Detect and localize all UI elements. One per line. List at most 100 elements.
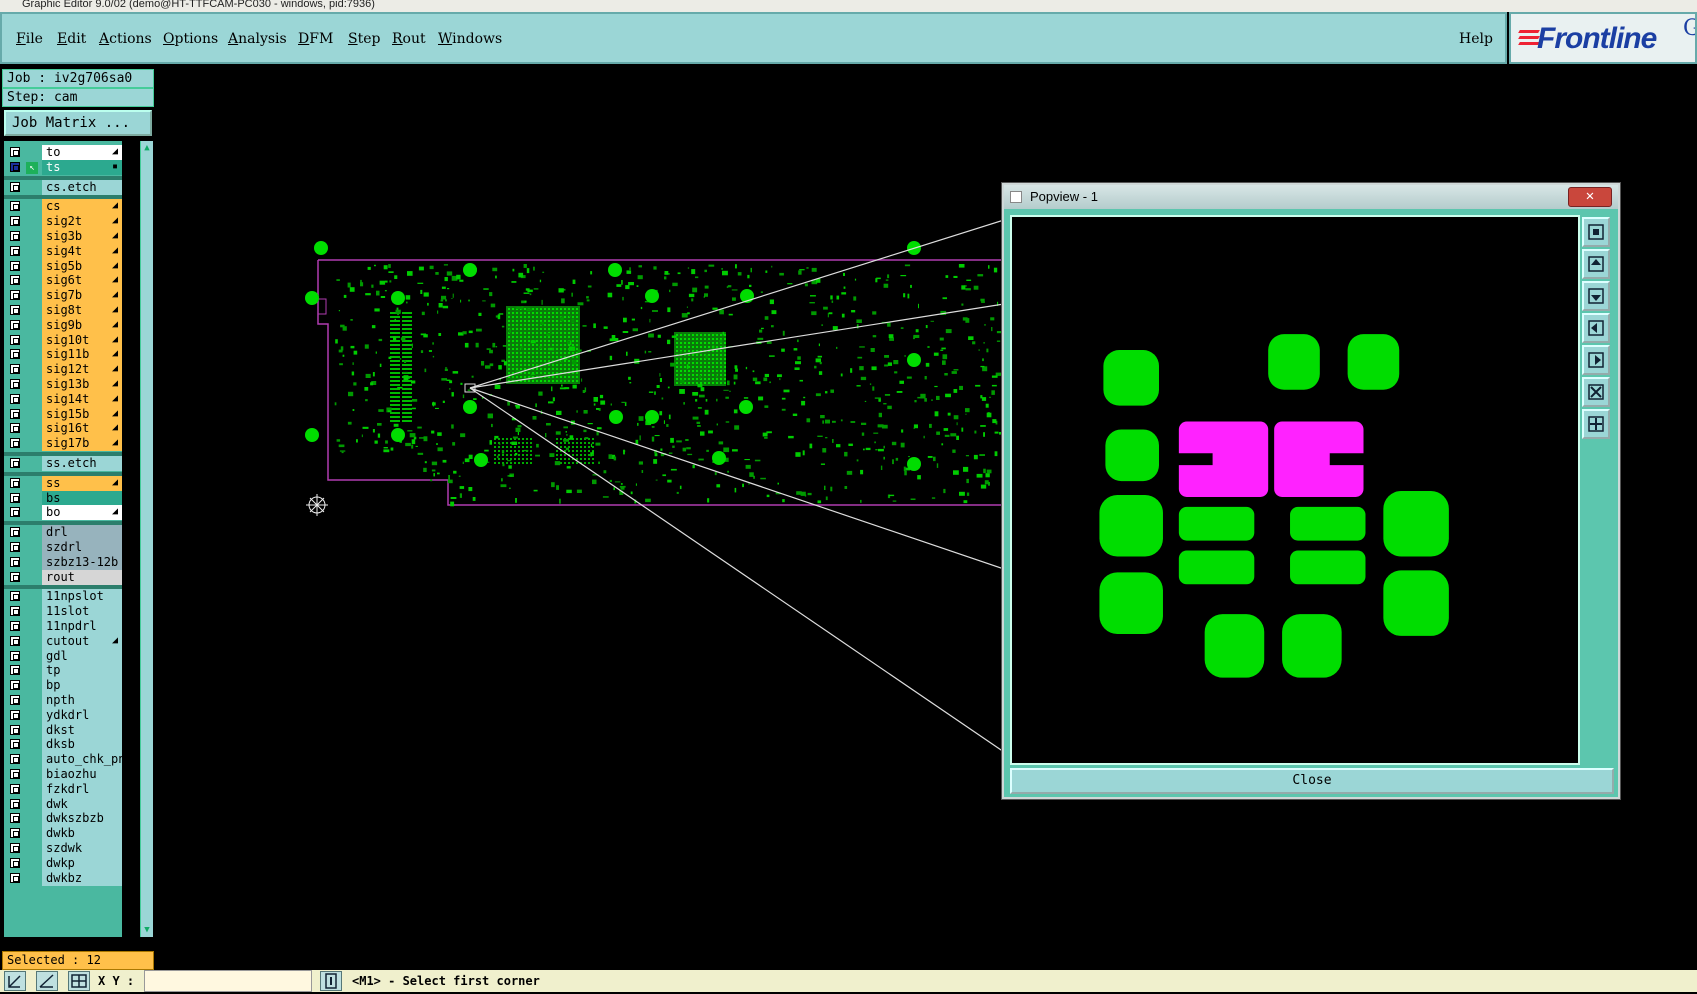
layer-row[interactable]: szbz13-12b: [4, 554, 122, 571]
layer-name[interactable]: cs.etch: [42, 179, 122, 195]
layer-row[interactable]: gdl: [4, 648, 122, 665]
pan-down-button[interactable]: [1582, 281, 1610, 311]
layer-row[interactable]: sig8t ◢: [4, 303, 122, 319]
layer-name[interactable]: drl: [42, 525, 122, 541]
layer-name[interactable]: 11npslot: [42, 589, 122, 605]
menu-analysis[interactable]: Analysis: [228, 31, 287, 47]
layer-name[interactable]: sig11b: [42, 347, 122, 363]
layer-row[interactable]: sig10t ◢: [4, 332, 122, 349]
menu-help[interactable]: Help: [1459, 31, 1493, 47]
layer-checkbox[interactable]: [10, 606, 20, 617]
measure-icon[interactable]: [36, 971, 58, 991]
layer-row[interactable]: sig14t ◢: [4, 391, 122, 408]
layer-row[interactable]: biaozhu: [4, 767, 122, 783]
xy-input[interactable]: [144, 970, 312, 992]
layer-name[interactable]: auto_chk_pnl: [42, 752, 122, 768]
layer-name[interactable]: sig3b: [42, 229, 122, 244]
layer-row[interactable]: sig2t ◢: [4, 214, 122, 230]
layer-name[interactable]: sig4t: [42, 243, 122, 259]
layer-checkbox[interactable]: [10, 783, 20, 794]
layer-row[interactable]: sig9b ◢: [4, 317, 122, 334]
scroll-up-icon[interactable]: ▲: [141, 141, 153, 155]
layer-name[interactable]: dwkb: [42, 826, 122, 842]
zoom-window-icon[interactable]: [4, 971, 26, 991]
layer-checkbox[interactable]: [10, 275, 20, 286]
layer-checkbox[interactable]: [10, 724, 20, 735]
layer-row[interactable]: ydkdrl: [4, 707, 122, 724]
layer-checkbox[interactable]: [10, 813, 20, 824]
layer-name[interactable]: dwkszbzb: [42, 811, 122, 827]
layer-name[interactable]: sig12t: [42, 362, 122, 378]
layer-checkbox[interactable]: [10, 260, 20, 271]
layer-name[interactable]: sig5b: [42, 258, 122, 274]
layer-name[interactable]: npth: [42, 693, 122, 708]
layer-name[interactable]: ydkdrl: [42, 707, 122, 723]
layer-name[interactable]: dkst: [42, 722, 122, 738]
layer-row[interactable]: ss.etch: [4, 456, 122, 472]
layer-name[interactable]: bo: [42, 505, 122, 521]
pcb-canvas[interactable]: [154, 64, 1004, 964]
layer-name[interactable]: bp: [42, 678, 122, 694]
layer-checkbox[interactable]: [10, 492, 20, 503]
layer-checkbox[interactable]: [10, 393, 20, 404]
layer-name[interactable]: rout: [42, 569, 122, 585]
layer-row[interactable]: cs ◢: [4, 199, 122, 215]
layer-name[interactable]: to: [42, 145, 122, 160]
layer-name[interactable]: szdwk: [42, 841, 122, 856]
layer-name[interactable]: 11slot: [42, 604, 122, 620]
layer-row[interactable]: sig15b ◢: [4, 406, 122, 423]
layer-checkbox[interactable]: [10, 665, 20, 676]
layer-name[interactable]: sig17b: [42, 436, 122, 452]
layer-row[interactable]: dkst: [4, 722, 122, 739]
layer-checkbox[interactable]: [10, 438, 20, 449]
layer-checkbox[interactable]: [10, 709, 20, 720]
layer-name[interactable]: sig15b: [42, 406, 122, 422]
layer-name[interactable]: biaozhu: [42, 767, 122, 782]
layer-checkbox[interactable]: [10, 458, 20, 468]
layer-row[interactable]: bs: [4, 490, 122, 507]
layer-checkbox[interactable]: [10, 542, 20, 552]
layer-row[interactable]: sig13b ◢: [4, 377, 122, 393]
layer-checkbox[interactable]: [10, 769, 20, 779]
layer-checkbox[interactable]: [10, 556, 20, 567]
zoom-out-button[interactable]: [1582, 409, 1610, 439]
popview-close-button[interactable]: Close: [1010, 768, 1614, 794]
layer-checkbox[interactable]: [10, 872, 20, 883]
layer-checkbox[interactable]: [10, 591, 20, 602]
layer-name[interactable]: ss.etch: [42, 456, 122, 471]
menu-rout[interactable]: Rout: [392, 31, 426, 47]
layer-name[interactable]: sig16t: [42, 421, 122, 437]
menu-options[interactable]: Options: [163, 31, 218, 47]
layer-row[interactable]: sig5b ◢: [4, 258, 122, 275]
layer-row[interactable]: 11npdrl: [4, 619, 122, 635]
layer-checkbox[interactable]: [10, 290, 20, 301]
layer-checkbox[interactable]: [10, 621, 20, 631]
popview-titlebar[interactable]: Popview - 1: [1004, 185, 1618, 209]
layer-row[interactable]: sig4t ◢: [4, 243, 122, 260]
layer-checkbox[interactable]: [10, 828, 20, 839]
layer-row[interactable]: szdrl: [4, 540, 122, 556]
layer-row[interactable]: 11npslot: [4, 589, 122, 605]
layer-name[interactable]: gdl: [42, 648, 122, 664]
layer-row[interactable]: dksb: [4, 737, 122, 753]
menu-actions[interactable]: Actions: [99, 31, 152, 47]
layer-name[interactable]: sig7b: [42, 288, 122, 304]
layer-name[interactable]: ts: [42, 159, 122, 175]
menu-windows[interactable]: Windows: [438, 31, 502, 47]
layer-checkbox[interactable]: [10, 305, 20, 315]
layer-checkbox[interactable]: [10, 754, 20, 765]
layer-row[interactable]: fzkdrl: [4, 781, 122, 798]
layer-name[interactable]: sig10t: [42, 332, 122, 348]
layer-row[interactable]: auto_chk_pnl: [4, 752, 122, 768]
layer-checkbox[interactable]: [10, 739, 20, 750]
pan-left-button[interactable]: [1582, 313, 1610, 343]
layer-row[interactable]: rout: [4, 569, 122, 586]
layer-name[interactable]: ss: [42, 475, 122, 491]
info-icon[interactable]: [320, 971, 342, 991]
layer-row[interactable]: dwkp: [4, 855, 122, 872]
layer-checkbox[interactable]: [10, 364, 20, 375]
layer-name[interactable]: dksb: [42, 737, 122, 753]
layer-checkbox[interactable]: [10, 408, 20, 419]
layer-name[interactable]: dwkbz: [42, 870, 122, 886]
layer-name[interactable]: sig6t: [42, 273, 122, 289]
